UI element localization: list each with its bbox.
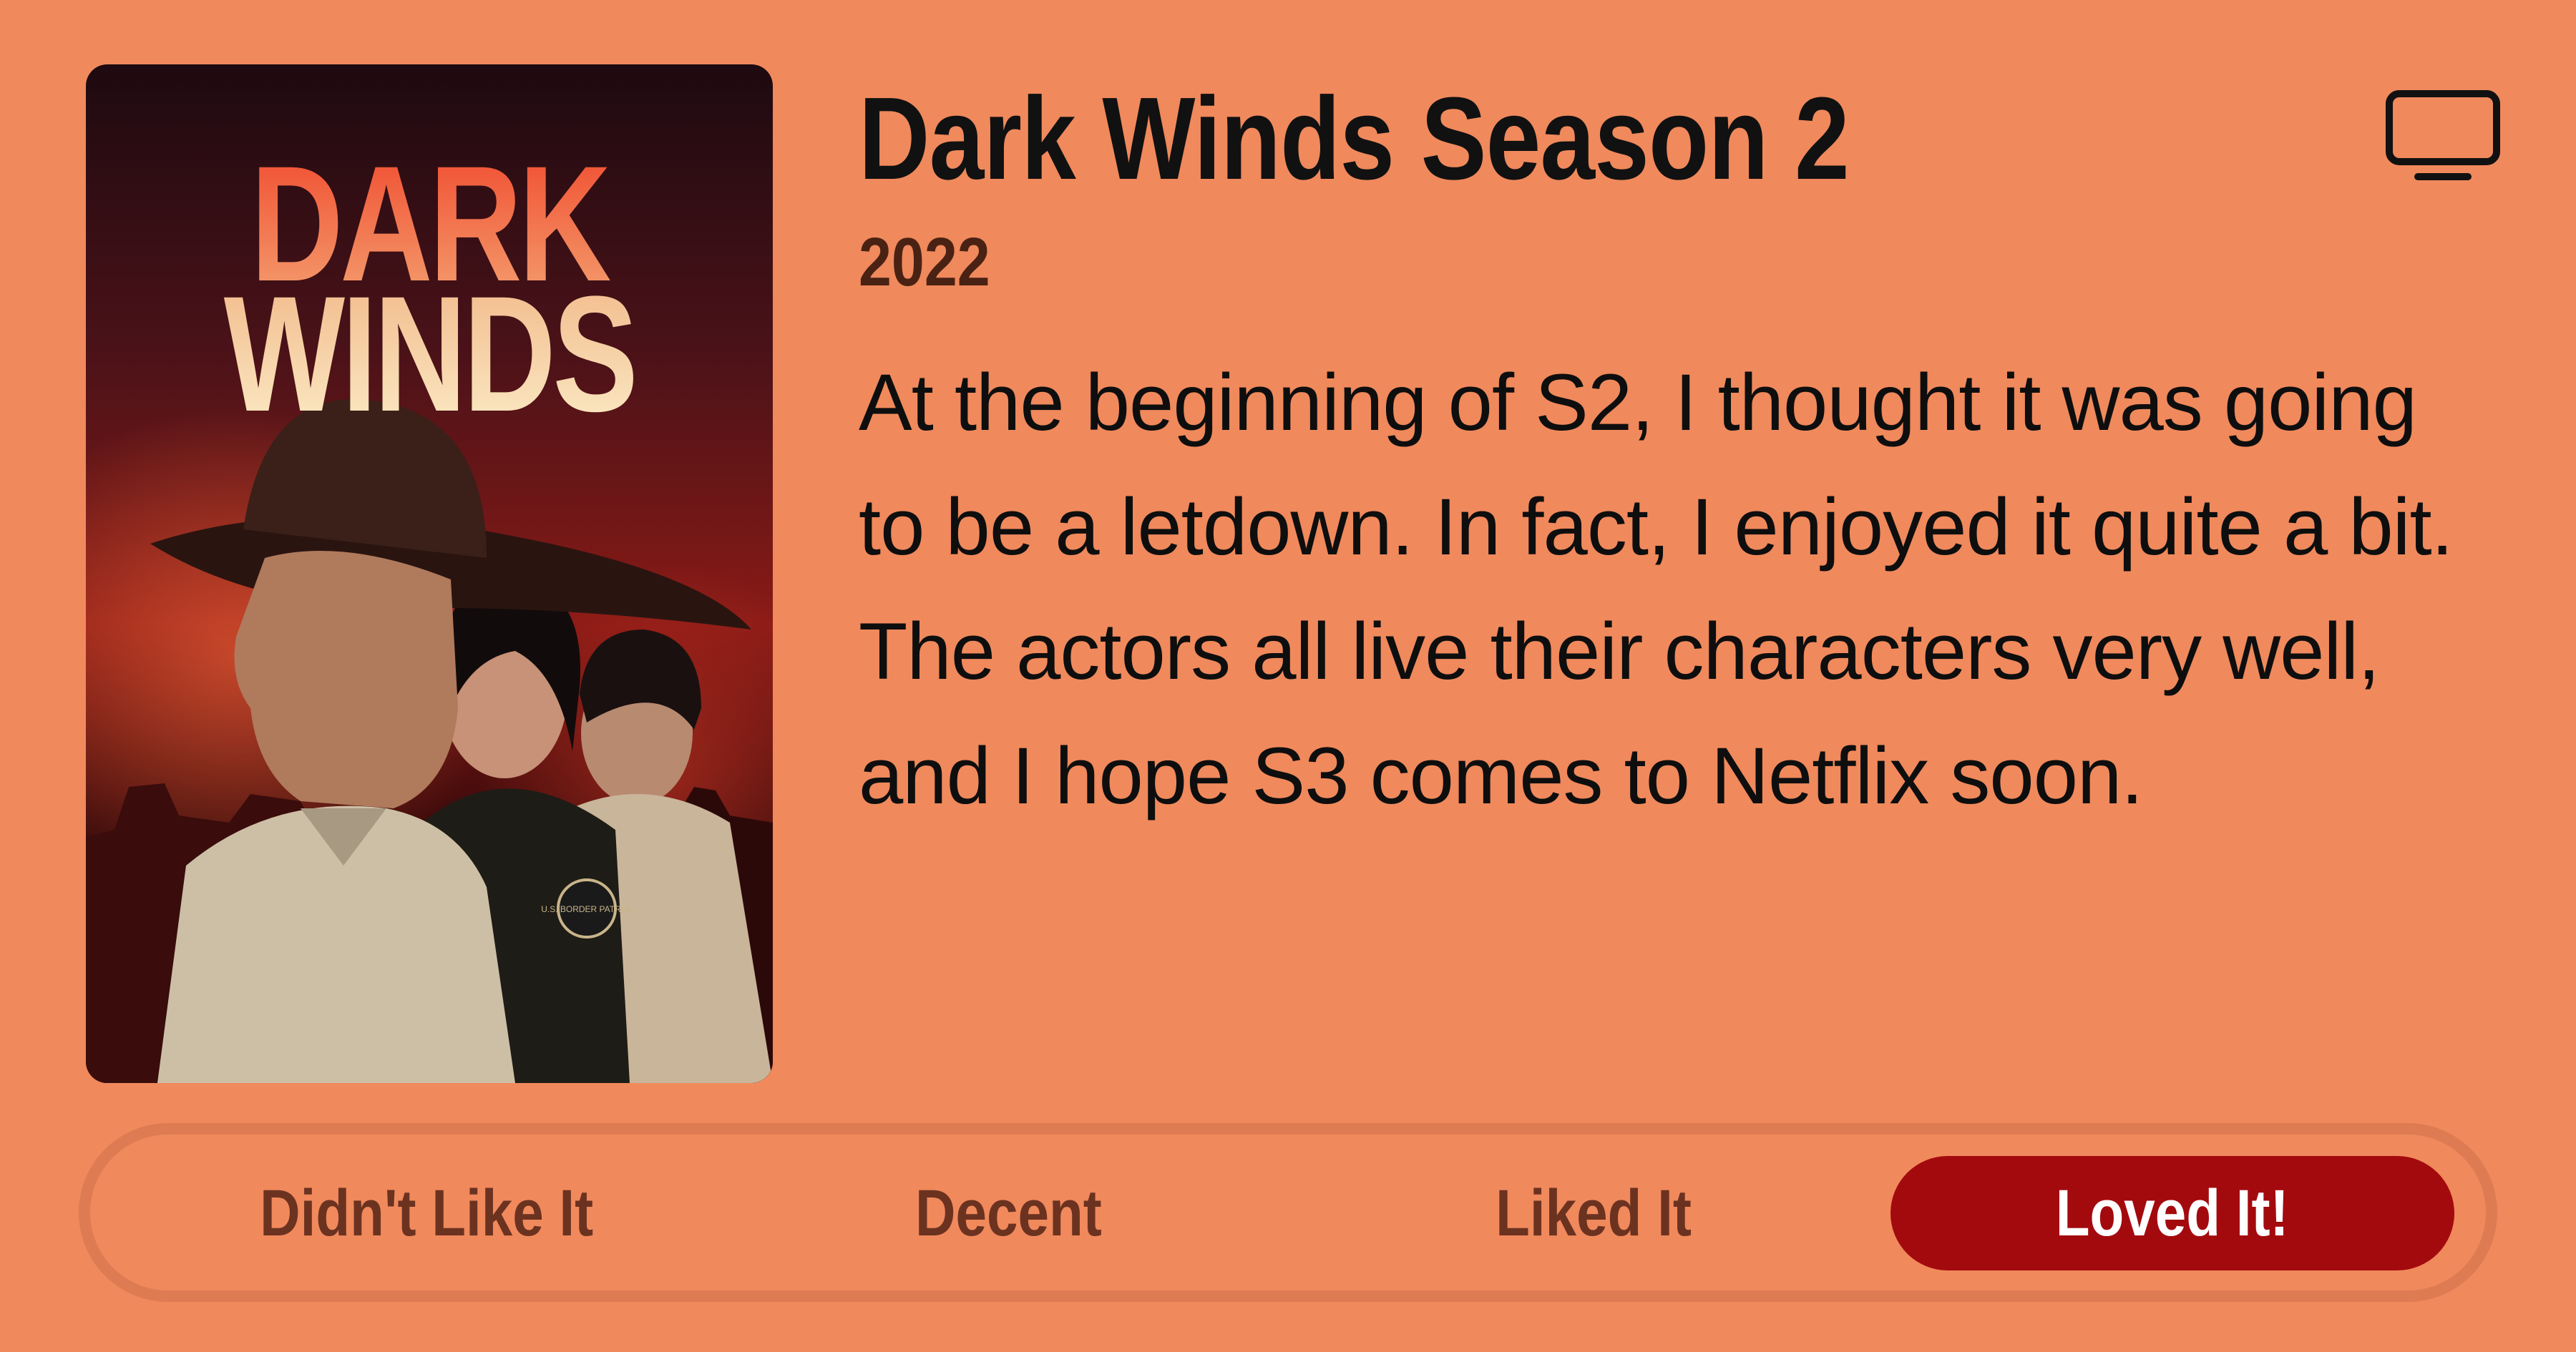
poster-badge-text: U.S. BORDER PATROL [541, 904, 633, 914]
rating-option-label: Liked It [1496, 1176, 1692, 1250]
release-year: 2022 [859, 224, 990, 300]
rating-option-label: Didn't Like It [259, 1176, 594, 1250]
poster-title-line2: WINDS [162, 272, 698, 436]
review-text: At the beginning of S2, I thought it was… [859, 358, 2454, 820]
rating-option-decent[interactable]: Decent [722, 1156, 1294, 1270]
show-poster: U.S. BORDER PATROL DARK WINDS [86, 64, 773, 1083]
rating-option-liked-it[interactable]: Liked It [1307, 1156, 1880, 1270]
rating-option-label: Decent [914, 1176, 1102, 1250]
rating-selector: Didn't Like It Decent Liked It Loved It! [79, 1123, 2497, 1302]
rating-option-label: Loved It! [2056, 1176, 2289, 1250]
show-title: Dark Winds Season 2 [859, 73, 1850, 204]
tv-icon [2386, 90, 2500, 180]
rating-option-loved-it-selected[interactable]: Loved It! [1890, 1156, 2454, 1270]
rating-option-didnt-like-it[interactable]: Didn't Like It [140, 1156, 713, 1270]
